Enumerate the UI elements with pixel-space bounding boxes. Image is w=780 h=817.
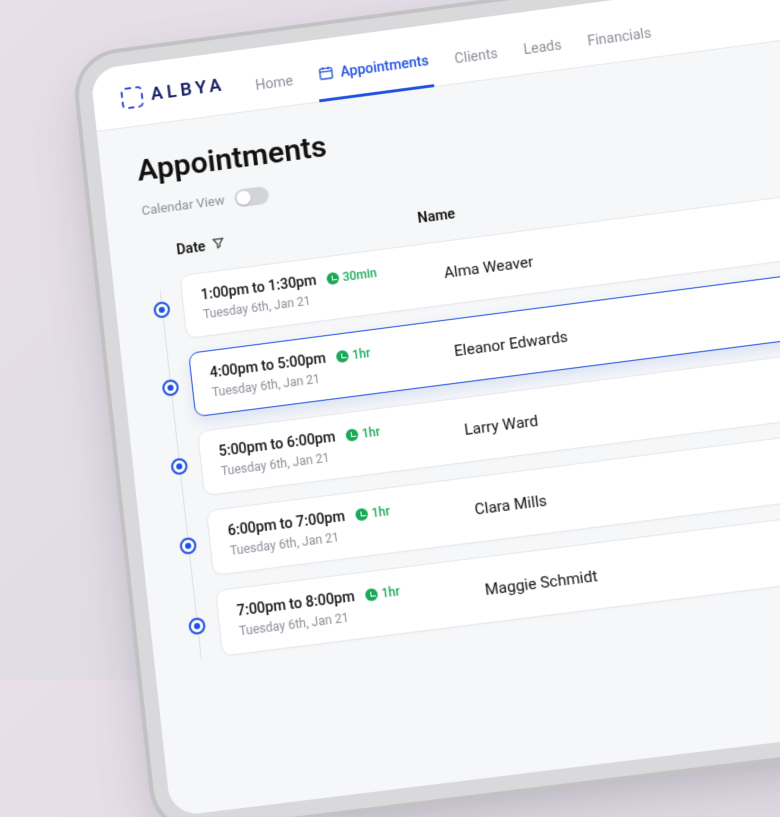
tab-label: Home [255, 73, 294, 94]
tab-label: Financials [587, 26, 653, 50]
appointment-date-col: 5:00pm to 6:00pm 1hr Tuesday 6th, Jan 21 [218, 413, 467, 479]
appointment-date-col: 4:00pm to 5:00pm 1hr Tuesday 6th, Jan 21 [209, 334, 456, 400]
timeline-bullet-icon [170, 457, 188, 475]
tab-label: Clients [454, 46, 499, 67]
header-date-label: Date [176, 239, 207, 259]
appointment-duration: 1hr [335, 346, 371, 364]
tablet-frame: ALBYA Home Appointments Clients [90, 0, 780, 817]
appointment-name: Maggie Schmidt [484, 531, 780, 599]
duration-text: 30min [342, 266, 378, 284]
duration-text: 1hr [381, 584, 401, 601]
appointment-duration: 1hr [345, 424, 381, 443]
appointment-name: Clara Mills [473, 451, 780, 519]
appointment-date-col: 6:00pm to 7:00pm 1hr Tuesday 6th, Jan 21 [227, 492, 477, 558]
tab-label: Leads [523, 38, 563, 59]
clock-icon [335, 350, 349, 364]
app-screen: ALBYA Home Appointments Clients [90, 0, 780, 817]
appointment-date-col: 1:00pm to 1:30pm 30min Tuesday 6th, Jan … [200, 256, 446, 321]
duration-text: 1hr [371, 504, 391, 521]
calendar-view-toggle[interactable] [233, 186, 269, 208]
appointment-duration: 1hr [364, 584, 400, 603]
timeline-bullet-icon [188, 617, 206, 636]
duration-text: 1hr [351, 346, 371, 362]
clock-icon [354, 508, 368, 522]
calendar-icon [317, 64, 335, 86]
clock-icon [364, 588, 378, 602]
tab-leads[interactable]: Leads [520, 30, 567, 75]
duration-text: 1hr [361, 424, 381, 441]
filter-icon [210, 235, 226, 255]
appointment-name: Larry Ward [463, 371, 780, 439]
appointment-date-col: 7:00pm to 8:00pm 1hr Tuesday 6th, Jan 21 [236, 572, 487, 638]
timeline-bullet-icon [179, 537, 197, 555]
appointment-name: Eleanor Edwards [453, 292, 780, 360]
clock-icon [345, 428, 359, 442]
header-name-label: Name [417, 206, 456, 227]
clock-icon [326, 272, 340, 286]
tab-label: Appointments [340, 53, 430, 80]
brand-name: ALBYA [150, 75, 226, 105]
tab-home[interactable]: Home [252, 65, 298, 110]
appointment-name: Alma Weaver [443, 214, 780, 282]
tab-clients[interactable]: Clients [451, 38, 503, 84]
calendar-view-label: Calendar View [141, 193, 225, 219]
logo-mark-icon [120, 85, 144, 109]
timeline-bullet-icon [153, 301, 171, 319]
appointment-duration: 30min [326, 266, 378, 286]
timeline-bullet-icon [162, 379, 180, 397]
appointment-duration: 1hr [354, 504, 390, 523]
